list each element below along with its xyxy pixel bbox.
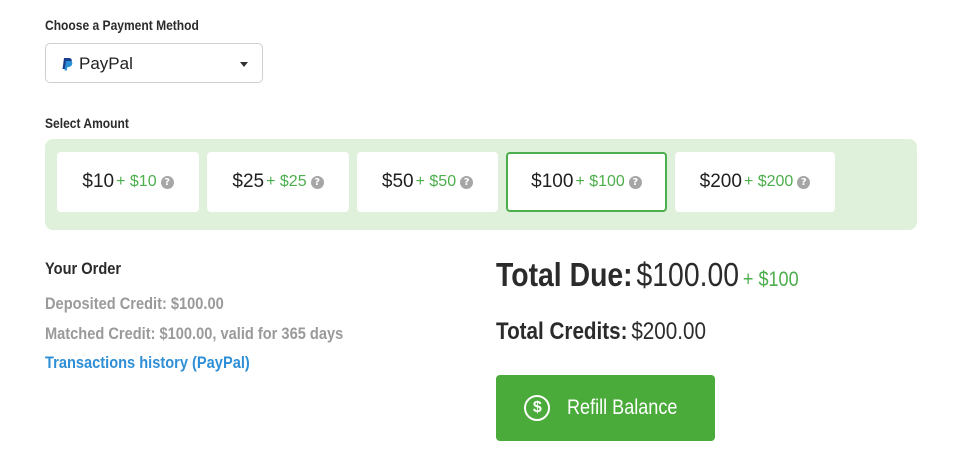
help-icon[interactable]: ? [797, 175, 811, 189]
refill-balance-button[interactable]: $ Refill Balance [496, 375, 715, 441]
deposited-credit: Deposited Credit: $100.00 [45, 294, 224, 313]
amount-bonus: + $50 [415, 173, 457, 190]
amount-option-50[interactable]: $50 + $50 ? [357, 152, 498, 212]
payment-method-value: PayPal [79, 54, 133, 73]
help-icon[interactable]: ? [460, 175, 474, 189]
help-icon[interactable]: ? [628, 175, 642, 189]
paypal-icon [62, 58, 73, 71]
amount-option-100[interactable]: $100 + $100 ? [506, 152, 667, 212]
amount-options-panel: $10 + $10 ? $25 + $25 ? $50 + $50 ? $100… [45, 139, 917, 230]
total-due: Total Due: $100.00 + $100 [496, 256, 848, 294]
help-icon[interactable]: ? [160, 175, 174, 189]
amount-option-200[interactable]: $200 + $200 ? [675, 152, 835, 212]
total-due-value: $100.00 [636, 256, 740, 293]
total-credits: Total Credits: $200.00 [496, 318, 740, 346]
total-due-label: Total Due: [496, 256, 633, 293]
total-credits-value: $200.00 [631, 318, 706, 345]
dollar-circle-icon: $ [524, 395, 551, 421]
amount-value: $100 [531, 171, 574, 192]
transactions-history-link[interactable]: Transactions history (PayPal) [45, 353, 283, 373]
amount-value: $25 [232, 171, 265, 192]
amount-bonus: + $100 [575, 173, 625, 190]
payment-method-select[interactable]: PayPal [45, 43, 263, 83]
total-credits-label: Total Credits: [496, 318, 628, 345]
chevron-down-icon [240, 62, 248, 67]
amount-bonus: + $10 [116, 173, 157, 190]
payment-method-label: Choose a Payment Method [45, 17, 199, 33]
amount-value: $50 [381, 171, 414, 192]
amount-option-10[interactable]: $10 + $10 ? [57, 152, 199, 212]
select-amount-label: Select Amount [45, 115, 129, 131]
help-icon[interactable]: ? [310, 175, 324, 189]
amount-bonus: + $25 [266, 173, 307, 190]
amount-option-25[interactable]: $25 + $25 ? [207, 152, 349, 212]
amount-bonus: + $200 [743, 173, 794, 190]
matched-credit: Matched Credit: $100.00, valid for 365 d… [45, 324, 344, 343]
refill-balance-label: Refill Balance [567, 396, 678, 419]
total-due-bonus: + $100 [742, 268, 799, 291]
order-title: Your Order [45, 259, 122, 278]
amount-value: $200 [699, 171, 742, 192]
amount-value: $10 [82, 171, 115, 192]
